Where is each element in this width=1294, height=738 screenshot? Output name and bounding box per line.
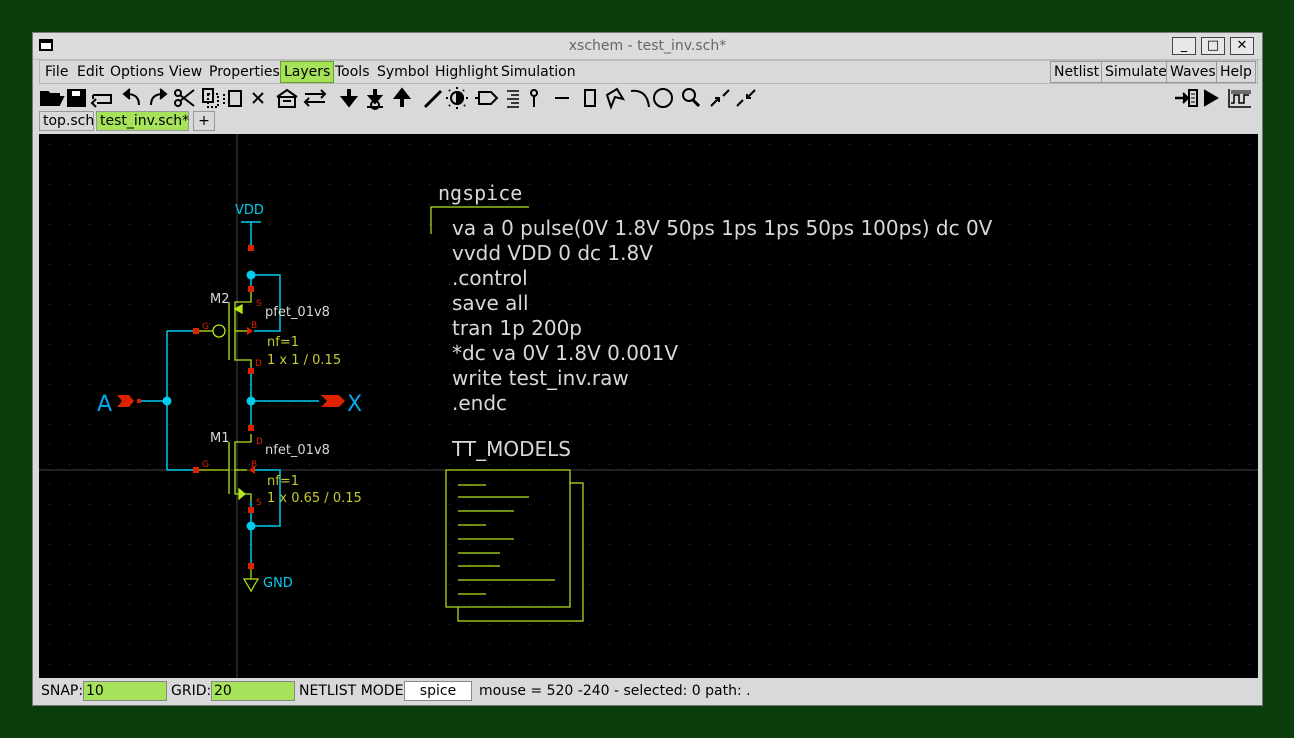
- close-button[interactable]: ✕: [1230, 37, 1254, 55]
- snap-label: SNAP:: [41, 683, 84, 699]
- status-info: mouse = 520 -240 - selected: 0 path: .: [479, 683, 751, 699]
- pop-up-icon[interactable]: [392, 87, 412, 107]
- netlist-mode-select[interactable]: spice: [404, 681, 472, 701]
- add-tab-button[interactable]: +: [193, 111, 215, 131]
- zoom-icon[interactable]: [682, 88, 701, 108]
- m2-pin-b: B: [251, 321, 257, 331]
- menu-bar: File Edit Options View Properties Layers…: [39, 60, 1258, 84]
- m2-pin-s: S: [256, 299, 262, 309]
- move-icon[interactable]: [303, 89, 327, 107]
- undo-icon[interactable]: [122, 88, 140, 106]
- menu-view[interactable]: View: [166, 61, 205, 83]
- menu-edit[interactable]: Edit: [74, 61, 107, 83]
- waveform-icon[interactable]: [1228, 89, 1251, 108]
- menu-tools[interactable]: Tools: [332, 61, 373, 83]
- code-line: .control: [452, 266, 528, 290]
- help-button[interactable]: Help: [1216, 61, 1256, 83]
- toolbar: [39, 85, 1258, 111]
- netlist-button[interactable]: Netlist: [1050, 61, 1104, 83]
- m1-nf: nf=1: [267, 474, 299, 489]
- code-line: save all: [452, 291, 529, 315]
- models-title: TT_MODELS: [451, 437, 571, 461]
- menu-simulation[interactable]: Simulation: [498, 61, 579, 83]
- m2-nf: nf=1: [267, 335, 299, 350]
- schematic-canvas[interactable]: VDD GND S G B D D G B S M2 pfet_01v8 nf=…: [39, 134, 1258, 678]
- code-line: .endc: [452, 391, 507, 415]
- descend-icon[interactable]: [366, 89, 384, 110]
- netlist-mode-label: NETLIST MODE:: [299, 683, 409, 699]
- insert-icon[interactable]: [1175, 89, 1198, 107]
- reload-icon[interactable]: [90, 94, 112, 108]
- tab-test-inv-sch[interactable]: test_inv.sch*: [96, 111, 189, 131]
- arc-icon[interactable]: [630, 89, 650, 108]
- run-icon[interactable]: [1204, 89, 1219, 107]
- m2-size: 1 x 1 / 0.15: [267, 353, 341, 368]
- m1-pin-g: G: [202, 460, 209, 470]
- snap-input[interactable]: 10: [83, 681, 167, 701]
- window-title: xschem - test_inv.sch*: [568, 38, 727, 54]
- menu-layers[interactable]: Layers: [280, 61, 335, 83]
- open-icon[interactable]: [40, 91, 65, 106]
- m2-model: pfet_01v8: [265, 305, 330, 320]
- grid-input[interactable]: 20: [211, 681, 295, 701]
- input-label-a: A: [97, 392, 112, 417]
- push-down-icon[interactable]: [339, 89, 359, 108]
- gnd-label: GND: [263, 576, 293, 591]
- code-block-title: ngspice: [438, 181, 522, 205]
- paste-icon[interactable]: [223, 90, 242, 107]
- status-bar: SNAP: 10 GRID: 20 NETLIST MODE: spice mo…: [39, 680, 1258, 702]
- output-label-x: X: [347, 392, 362, 417]
- minimize-button[interactable]: _: [1172, 37, 1196, 55]
- menu-options[interactable]: Options: [107, 61, 167, 83]
- delete-icon[interactable]: [252, 92, 264, 104]
- m2-pin-d: D: [255, 359, 262, 369]
- code-line: tran 1p 200p: [452, 316, 582, 340]
- net-label-icon[interactable]: [475, 91, 499, 105]
- code-line: vvdd VDD 0 dc 1.8V: [452, 241, 653, 265]
- tab-bar: top.sch test_inv.sch* +: [39, 111, 1258, 133]
- m2-name: M2: [210, 292, 230, 307]
- m1-pin-b: B: [251, 460, 257, 470]
- highlight-icon[interactable]: [446, 87, 468, 109]
- pin-icon[interactable]: [507, 90, 519, 108]
- maximize-button[interactable]: □: [1201, 37, 1225, 55]
- cut-icon[interactable]: [174, 89, 195, 107]
- polygon-icon[interactable]: [605, 87, 626, 110]
- m1-name: M1: [210, 431, 230, 446]
- zoom-out-icon[interactable]: [736, 89, 756, 107]
- code-line: va a 0 pulse(0V 1.8V 50ps 1ps 1ps 50ps 1…: [452, 216, 993, 240]
- rectangle-icon[interactable]: [584, 89, 596, 107]
- tab-top-sch[interactable]: top.sch: [39, 111, 94, 131]
- app-window: xschem - test_inv.sch* _ □ ✕ File Edit O…: [32, 32, 1263, 706]
- menu-highlight[interactable]: Highlight: [432, 61, 501, 83]
- m1-size: 1 x 0.65 / 0.15: [267, 491, 362, 506]
- code-line: *dc va 0V 1.8V 0.001V: [452, 341, 678, 365]
- menu-properties[interactable]: Properties: [206, 61, 283, 83]
- code-line: write test_inv.raw: [452, 366, 629, 390]
- m1-pin-d: D: [256, 437, 263, 447]
- waves-button[interactable]: Waves: [1166, 61, 1220, 83]
- redo-icon[interactable]: [150, 88, 168, 106]
- place-symbol-icon[interactable]: [276, 88, 298, 108]
- menu-symbol[interactable]: Symbol: [374, 61, 432, 83]
- m2-pin-g: G: [202, 322, 209, 332]
- save-icon[interactable]: [67, 89, 86, 107]
- grid-label: GRID:: [171, 683, 212, 699]
- wire-icon[interactable]: [423, 89, 443, 109]
- menu-file[interactable]: File: [42, 61, 71, 83]
- copy-icon[interactable]: [202, 88, 219, 108]
- zoom-in-icon[interactable]: [710, 89, 730, 107]
- title-bar: xschem - test_inv.sch* _ □ ✕: [33, 33, 1262, 60]
- vdd-label: VDD: [235, 203, 264, 218]
- circle-icon[interactable]: [653, 88, 673, 108]
- simulate-button[interactable]: Simulate: [1101, 61, 1171, 83]
- m1-pin-s: S: [256, 498, 262, 508]
- m1-model: nfet_01v8: [265, 443, 330, 458]
- probe-icon[interactable]: [530, 89, 538, 107]
